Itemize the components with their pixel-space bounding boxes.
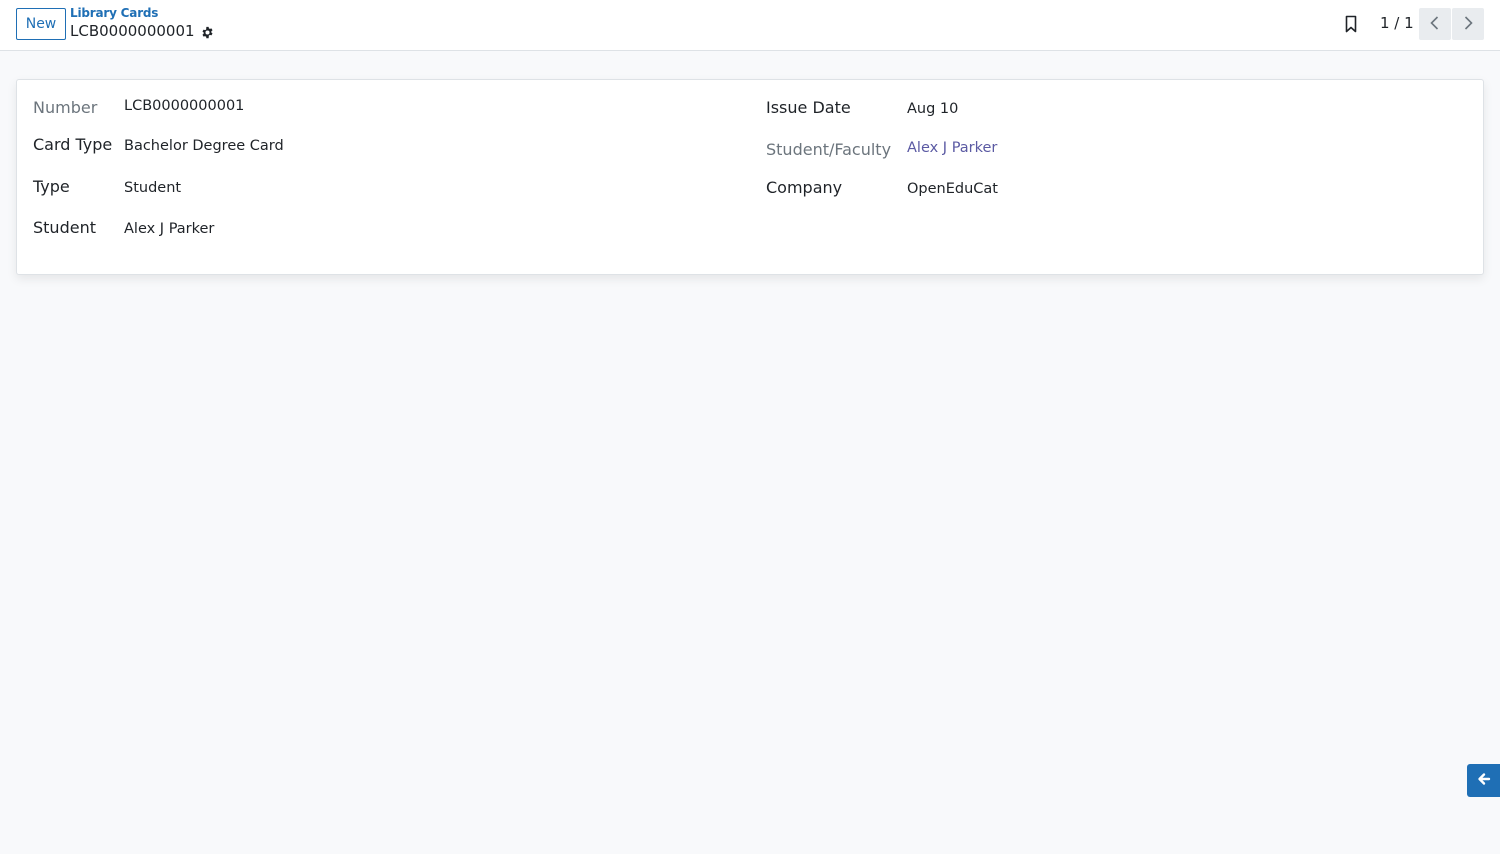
- pager-previous-button[interactable]: [1419, 8, 1451, 40]
- company-label: Company: [766, 178, 843, 197]
- chevron-left-icon: [1429, 15, 1441, 34]
- type-label: Type: [33, 177, 70, 196]
- card-type-label: Card Type: [33, 135, 113, 154]
- arrow-left-icon: [1477, 772, 1491, 789]
- side-panel-toggle-button[interactable]: [1467, 764, 1500, 797]
- chevron-right-icon: [1462, 15, 1474, 34]
- number-label: Number: [33, 98, 98, 117]
- card-type-field[interactable]: Bachelor Degree Card: [124, 138, 284, 154]
- company-field[interactable]: OpenEduCat: [907, 181, 998, 197]
- student-label: Student: [33, 218, 96, 237]
- breadcrumb-library-cards[interactable]: Library Cards: [70, 6, 158, 20]
- student-field[interactable]: Alex J Parker: [124, 221, 214, 237]
- new-button[interactable]: New: [16, 8, 66, 40]
- issue-date-label: Issue Date: [766, 98, 851, 117]
- gear-icon[interactable]: [201, 25, 214, 38]
- record-title: LCB0000000001: [70, 22, 214, 40]
- library-card-form: Number LCB0000000001 Card Type Bachelor …: [16, 79, 1484, 275]
- issue-date-field[interactable]: Aug 10: [907, 101, 958, 117]
- student-faculty-link[interactable]: Alex J Parker: [907, 140, 997, 156]
- student-faculty-label: Student/Faculty: [766, 140, 892, 159]
- control-panel: New Library Cards LCB0000000001 1 / 1: [0, 0, 1500, 51]
- record-name: LCB0000000001: [70, 22, 195, 40]
- bookmark-icon[interactable]: [1343, 15, 1359, 33]
- pager-value[interactable]: 1 / 1: [1380, 14, 1414, 32]
- pager-next-button[interactable]: [1452, 8, 1484, 40]
- type-field[interactable]: Student: [124, 180, 181, 196]
- number-value: LCB0000000001: [124, 98, 245, 114]
